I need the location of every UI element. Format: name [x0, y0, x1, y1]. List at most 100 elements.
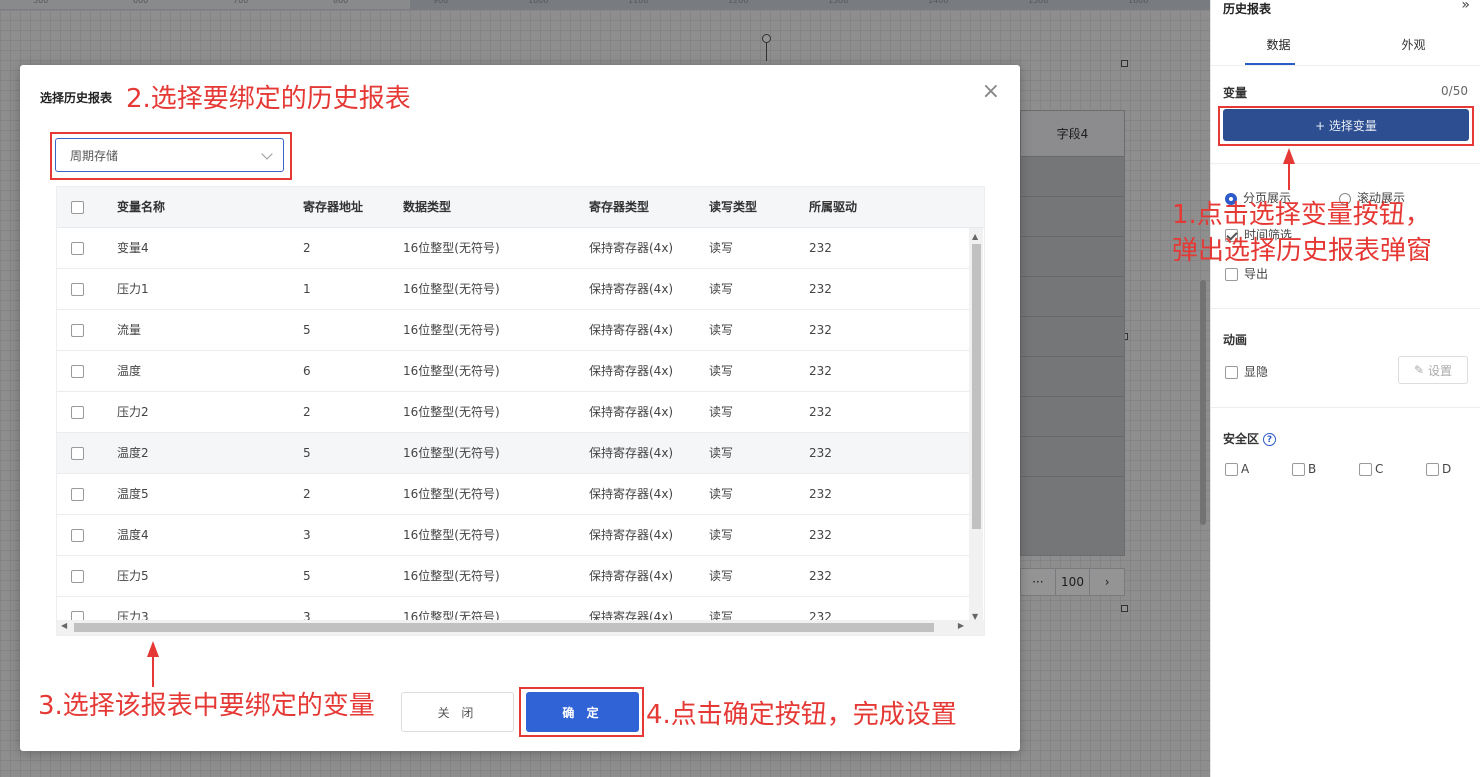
row-checkbox[interactable]	[71, 474, 84, 515]
checkbox-icon	[1225, 268, 1238, 281]
checkbox-icon	[71, 570, 84, 583]
safe-zone-checkbox-a[interactable]: A	[1225, 462, 1249, 476]
cell-register-type: 保持寄存器(4x)	[589, 446, 674, 460]
cell-variable-name: 温度2	[117, 446, 149, 460]
cell-data-type: 16位整型(无符号)	[403, 569, 500, 583]
cell-driver: 232	[809, 241, 832, 255]
cell-variable-name: 流量	[117, 323, 142, 337]
cell-register-address: 2	[303, 487, 311, 501]
edit-icon: ✎	[1413, 363, 1425, 377]
cell-register-type: 保持寄存器(4x)	[589, 569, 674, 583]
cell-rw-type: 读写	[709, 241, 734, 255]
cell-register-address: 5	[303, 446, 311, 460]
checkbox-icon	[71, 201, 84, 214]
divider	[1211, 163, 1480, 164]
checkbox-icon	[1225, 463, 1238, 476]
safe-zone-checkbox-d[interactable]: D	[1426, 462, 1451, 476]
cell-variable-name: 温度4	[117, 528, 149, 542]
cell-rw-type: 读写	[709, 323, 734, 337]
cell-register-address: 5	[303, 569, 311, 583]
checkbox-icon	[71, 365, 84, 378]
row-checkbox[interactable]	[71, 269, 84, 310]
scrollbar-thumb[interactable]	[74, 623, 934, 632]
row-checkbox[interactable]	[71, 392, 84, 433]
table-horizontal-scrollbar[interactable]: ◀ ▶	[57, 620, 984, 635]
checkbox-icon	[71, 406, 84, 419]
safe-zone-checkbox-c[interactable]: C	[1359, 462, 1383, 476]
cell-driver: 232	[809, 282, 832, 296]
close-button[interactable]: 关 闭	[401, 692, 514, 732]
cell-rw-type: 读写	[709, 446, 734, 460]
checkbox-label: 显隐	[1244, 365, 1269, 379]
variable-section-label: 变量	[1223, 86, 1248, 100]
annotation-step1-line2: 弹出选择历史报表弹窗	[1172, 236, 1433, 266]
checkbox-icon	[1359, 463, 1372, 476]
table-row[interactable]: 变量4 2 16位整型(无符号) 保持寄存器(4x) 读写 232	[57, 228, 969, 269]
cell-register-address: 2	[303, 241, 311, 255]
column-header: 寄存器地址	[303, 200, 364, 214]
row-checkbox[interactable]	[71, 310, 84, 351]
cell-register-address: 5	[303, 323, 311, 337]
safe-zone-label: 安全区	[1223, 432, 1260, 446]
row-checkbox[interactable]	[71, 556, 84, 597]
scroll-right-icon[interactable]: ▶	[958, 621, 964, 630]
tab-data[interactable]: 数据	[1211, 24, 1346, 65]
cell-variable-name: 温度	[117, 364, 142, 378]
cell-driver: 232	[809, 487, 832, 501]
cell-register-address: 2	[303, 405, 311, 419]
table-row[interactable]: 温度5 2 16位整型(无符号) 保持寄存器(4x) 读写 232	[57, 474, 969, 515]
row-checkbox[interactable]	[71, 351, 84, 392]
visibility-checkbox[interactable]: 显隐	[1225, 363, 1268, 380]
table-row[interactable]: 压力1 1 16位整型(无符号) 保持寄存器(4x) 读写 232	[57, 269, 969, 310]
close-icon[interactable]: ×	[982, 81, 1000, 103]
dialog-title: 选择历史报表	[40, 91, 113, 105]
export-checkbox[interactable]: 导出	[1225, 265, 1268, 282]
safe-zone-checkbox-b[interactable]: B	[1292, 462, 1316, 476]
cell-register-type: 保持寄存器(4x)	[589, 528, 674, 542]
cell-variable-name: 压力2	[117, 405, 149, 419]
active-tab-indicator	[1245, 63, 1295, 65]
select-all-checkbox[interactable]	[71, 187, 84, 228]
table-row[interactable]: 温度 6 16位整型(无符号) 保持寄存器(4x) 读写 232	[57, 351, 969, 392]
collapse-icon[interactable]: »	[1461, 0, 1470, 13]
annotation-box-select-variable	[1218, 106, 1474, 146]
tab-appearance[interactable]: 外观	[1346, 24, 1480, 65]
cell-driver: 232	[809, 405, 832, 419]
table-row[interactable]: 温度2 5 16位整型(无符号) 保持寄存器(4x) 读写 232	[57, 433, 969, 474]
table-row[interactable]: 流量 5 16位整型(无符号) 保持寄存器(4x) 读写 232	[57, 310, 969, 351]
scroll-left-icon[interactable]: ◀	[61, 621, 67, 630]
row-checkbox[interactable]	[71, 433, 84, 474]
cell-driver: 232	[809, 323, 832, 337]
annotation-box-confirm	[519, 687, 644, 737]
checkbox-icon	[71, 324, 84, 337]
table-vertical-scrollbar[interactable]: ▲ ▼	[969, 228, 983, 621]
cell-variable-name: 温度5	[117, 487, 149, 501]
safe-zone-section-label: 安全区?	[1223, 430, 1277, 447]
scroll-up-icon[interactable]: ▲	[972, 232, 978, 241]
panel-tabs: 数据 外观	[1211, 24, 1480, 66]
cell-rw-type: 读写	[709, 405, 734, 419]
cell-variable-name: 压力1	[117, 282, 149, 296]
settings-label: 设置	[1428, 363, 1453, 378]
table-header: 变量名称 寄存器地址 数据类型 寄存器类型 读写类型 所属驱动	[57, 187, 984, 228]
cell-rw-type: 读写	[709, 282, 734, 296]
row-checkbox[interactable]	[71, 515, 84, 556]
table-row[interactable]: 温度4 3 16位整型(无符号) 保持寄存器(4x) 读写 232	[57, 515, 969, 556]
column-header: 读写类型	[709, 200, 758, 214]
variable-table: 变量名称 寄存器地址 数据类型 寄存器类型 读写类型 所属驱动 变量4 2 16…	[56, 186, 985, 636]
scrollbar-thumb[interactable]	[972, 244, 981, 529]
animation-settings-button[interactable]: ✎ 设置	[1398, 356, 1468, 384]
cell-register-type: 保持寄存器(4x)	[589, 487, 674, 501]
checkbox-label: 导出	[1244, 267, 1269, 281]
checkbox-label: A	[1241, 462, 1250, 476]
row-checkbox[interactable]	[71, 228, 84, 269]
cell-register-type: 保持寄存器(4x)	[589, 364, 674, 378]
table-row[interactable]: 压力2 2 16位整型(无符号) 保持寄存器(4x) 读写 232	[57, 392, 969, 433]
checkbox-icon	[1225, 366, 1238, 379]
help-icon[interactable]: ?	[1263, 433, 1277, 446]
column-header: 变量名称	[117, 200, 166, 214]
cell-data-type: 16位整型(无符号)	[403, 323, 500, 337]
annotation-arrow-line	[152, 655, 154, 687]
cell-data-type: 16位整型(无符号)	[403, 282, 500, 296]
table-row[interactable]: 压力5 5 16位整型(无符号) 保持寄存器(4x) 读写 232	[57, 556, 969, 597]
